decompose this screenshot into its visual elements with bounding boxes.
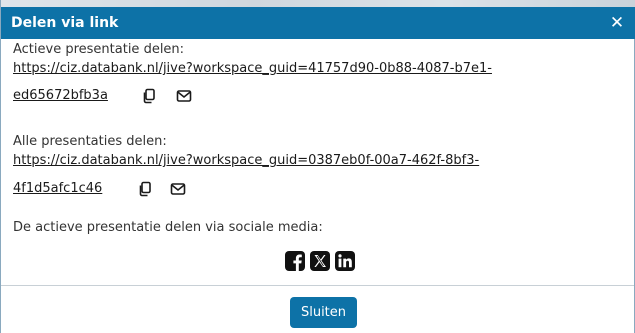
dialog-titlebar: Delen via link ✕ [1,7,635,39]
close-icon[interactable]: ✕ [608,13,626,33]
envelope-icon[interactable] [176,88,192,104]
facebook-icon[interactable] [285,251,305,271]
all-presentations-label: Alle presentaties delen: [13,134,167,149]
active-presentation-label: Actieve presentatie delen: [13,42,185,57]
x-twitter-icon[interactable] [310,251,330,271]
background-strip [1,0,635,7]
envelope-icon[interactable] [170,181,186,197]
all-presentations-link-line1[interactable]: https://ciz.databank.nl/jive?workspace_g… [13,152,479,170]
linkedin-icon[interactable] [335,251,355,271]
copy-icon[interactable] [137,181,153,197]
dialog-title: Delen via link [11,15,119,31]
all-presentations-link-line2[interactable]: 4f1d5afc1c46 [13,180,102,198]
active-presentation-link-line2[interactable]: ed65672bfb3a [13,87,108,105]
social-share-label: De actieve presentatie delen via sociale… [13,220,323,235]
copy-icon[interactable] [141,88,157,104]
share-link-dialog: Delen via link ✕ Actieve presentatie del… [0,0,635,333]
footer-divider [1,285,634,286]
active-presentation-link-line1[interactable]: https://ciz.databank.nl/jive?workspace_g… [13,60,492,78]
close-button[interactable]: Sluiten [290,297,357,328]
